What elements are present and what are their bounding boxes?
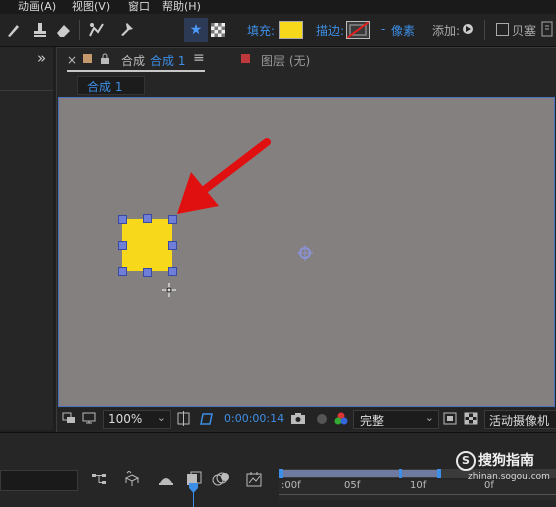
toggle-transparency-grid-icon[interactable]: [198, 411, 214, 426]
menu-item-window[interactable]: 窗口: [128, 0, 150, 14]
add-menu-icon[interactable]: [463, 24, 473, 34]
transparency-grid-toggle-icon[interactable]: [464, 412, 478, 425]
viewer-controls-bar: 100% ⌄ 0:00:00:14 完整 ⌄ 活动摄像机: [58, 408, 556, 430]
chevron-down-icon: ⌄: [425, 411, 434, 424]
zoom-dropdown[interactable]: 100% ⌄: [103, 410, 171, 429]
time-tick-label: 10f: [410, 480, 426, 491]
work-area-range[interactable]: [279, 470, 439, 477]
lock-icon[interactable]: [100, 53, 110, 64]
expand-panels-icon[interactable]: »: [37, 49, 46, 67]
always-preview-icon[interactable]: [62, 412, 76, 424]
fill-star-icon[interactable]: ★: [184, 18, 208, 42]
region-of-interest-icon[interactable]: [176, 411, 192, 426]
comp-title-prefix: 合成: [121, 52, 145, 69]
snapshot-camera-icon[interactable]: [290, 412, 306, 425]
puppet-pin-tool-icon[interactable]: [114, 18, 138, 42]
fill-color-swatch[interactable]: [279, 21, 303, 39]
comp-color-label-icon: [83, 54, 92, 63]
current-time-line: [193, 491, 194, 507]
resolution-dropdown[interactable]: 完整 ⌄: [353, 410, 439, 429]
selection-handle[interactable]: [168, 267, 177, 276]
layer-panel-tab[interactable]: 图层 (无): [261, 52, 310, 69]
selection-handle[interactable]: [118, 215, 127, 224]
menu-item-animation[interactable]: 动画(A): [18, 0, 56, 14]
zoom-value: 100%: [108, 412, 142, 426]
work-area-marker[interactable]: [399, 469, 402, 478]
layer-color-label-icon: [241, 54, 250, 63]
anchor-point-icon[interactable]: [295, 243, 315, 263]
motion-blur-icon[interactable]: [212, 471, 230, 487]
close-tab-icon[interactable]: ×: [67, 53, 77, 67]
panel-menu-icon[interactable]: ≡: [193, 50, 205, 66]
active-comp-name[interactable]: 合成 1: [150, 52, 185, 69]
selection-handle[interactable]: [118, 241, 127, 250]
menu-item-view[interactable]: 视图(V): [72, 0, 110, 14]
stroke-color-swatch[interactable]: [346, 21, 370, 39]
sogou-watermark: S 搜狗指南 zhinan.sogou.com: [452, 448, 556, 486]
draft-3d-icon[interactable]: [123, 471, 141, 487]
color-channels-icon[interactable]: [333, 412, 349, 426]
panel-divider: [0, 90, 53, 91]
fill-label[interactable]: 填充:: [247, 22, 275, 39]
current-timecode[interactable]: 0:00:00:14: [224, 412, 284, 425]
time-tick-label: :00f: [281, 480, 301, 491]
yellow-shape-layer[interactable]: [122, 219, 172, 271]
layer-search-input[interactable]: [0, 470, 78, 491]
toolbar-overflow-icon[interactable]: [541, 20, 553, 38]
watermark-logo-text: 搜狗指南: [478, 450, 534, 470]
camera-value: 活动摄像机: [489, 412, 549, 429]
stroke-unit-label[interactable]: 像素: [391, 22, 415, 39]
selection-handle[interactable]: [118, 267, 127, 276]
toolbar-divider: [484, 20, 485, 40]
bezier-checkbox[interactable]: [496, 23, 509, 36]
watermark-url: zhinan.sogou.com: [468, 472, 550, 482]
roto-brush-tool-icon[interactable]: [84, 18, 108, 42]
stroke-dash: -: [381, 22, 385, 36]
brush-tool-icon[interactable]: [2, 18, 26, 42]
red-arrow-annotation: [169, 134, 279, 224]
mouse-cursor-icon: [161, 282, 177, 298]
work-area-start-handle[interactable]: [279, 469, 283, 478]
monitor-icon[interactable]: [82, 412, 96, 424]
selection-handle[interactable]: [143, 214, 152, 223]
bezier-label: 贝塞: [512, 22, 536, 39]
camera-dropdown[interactable]: 活动摄像机: [484, 410, 556, 429]
transparency-grid-icon[interactable]: [206, 18, 230, 42]
chevron-down-icon: ⌄: [157, 411, 166, 424]
menu-item-help[interactable]: 帮助(H): [162, 0, 201, 14]
comp-breadcrumb-label: 合成 1: [87, 78, 122, 95]
selection-handle[interactable]: [168, 241, 177, 250]
active-tab-underline: [67, 70, 205, 72]
work-area-end-handle[interactable]: [437, 469, 441, 478]
menu-bar: ) 动画(A) 视图(V) 窗口 帮助(H): [0, 0, 556, 14]
show-snapshot-icon[interactable]: [314, 412, 330, 425]
composition-viewer[interactable]: [58, 97, 555, 407]
composition-flowchart-icon[interactable]: [91, 472, 107, 486]
time-tick-label: 05f: [344, 480, 360, 491]
selection-handle[interactable]: [143, 268, 152, 277]
shy-layers-icon[interactable]: [157, 472, 175, 486]
add-label: 添加:: [432, 22, 460, 39]
resolution-value: 完整: [360, 412, 384, 429]
comp-breadcrumb[interactable]: 合成 1: [77, 76, 145, 95]
eraser-tool-icon[interactable]: [52, 18, 76, 42]
clone-stamp-tool-icon[interactable]: [28, 18, 52, 42]
toolbar: ★ 填充: 描边: - 像素 添加: 贝塞: [0, 14, 556, 47]
graph-editor-icon[interactable]: [246, 471, 262, 487]
stroke-label[interactable]: 描边:: [316, 22, 344, 39]
fast-preview-icon[interactable]: [443, 412, 457, 425]
toolbar-divider: [79, 20, 80, 40]
left-panel: »: [0, 47, 53, 430]
sogou-logo-icon: S: [456, 451, 476, 471]
ruler-baseline: [279, 494, 556, 495]
